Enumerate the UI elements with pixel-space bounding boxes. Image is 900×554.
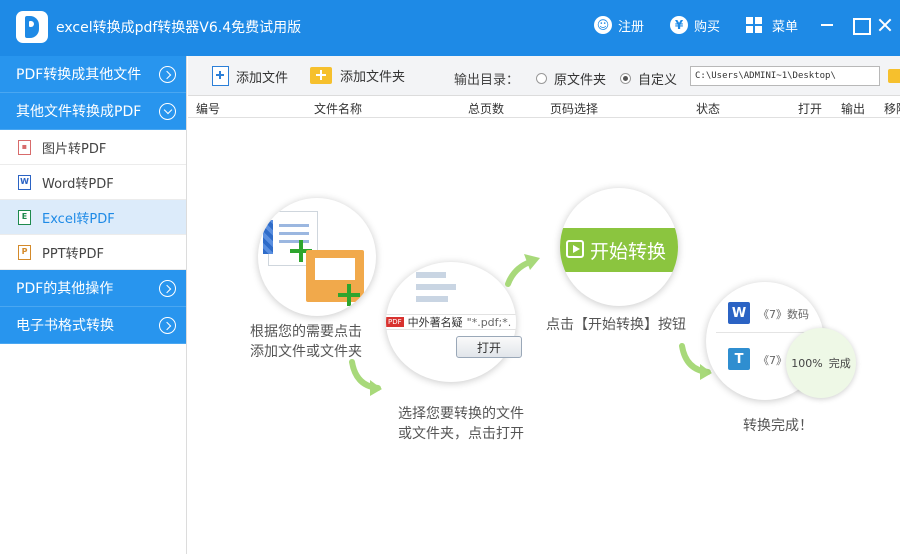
- column-header-number: 编号: [196, 102, 221, 116]
- play-icon: [566, 240, 584, 258]
- column-header-status: 状态: [696, 102, 721, 116]
- radio-label: 自定义: [638, 73, 678, 88]
- app-logo-icon: [16, 11, 48, 43]
- add-folder-icon: [310, 67, 332, 84]
- category-label: 电子书格式转换: [16, 318, 114, 334]
- app-title: excel转换成pdf转换器V6.4免费试用版: [56, 20, 302, 36]
- word-icon: W: [728, 302, 750, 324]
- sidebar-item-label: 图片转PDF: [42, 141, 107, 157]
- file-name-field: PDF 中外著名疑 "*.pdf;*.: [386, 314, 516, 330]
- column-header-page-range: 页码选择: [550, 102, 599, 116]
- progress-status: 完成: [828, 357, 851, 370]
- radio-original-folder[interactable]: 原文件夹: [536, 69, 606, 88]
- add-folder-button[interactable]: 添加文件夹: [310, 66, 405, 85]
- register-label: 注册: [618, 19, 645, 35]
- sidebar-category-ebook[interactable]: 电子书格式转换: [0, 307, 186, 344]
- conversion-progress: 100% 完成: [786, 328, 856, 398]
- step2-caption: 选择您要转换的文件 或文件夹，点击打开: [398, 406, 524, 442]
- sidebar: PDF转换成其他文件 其他文件转换成PDF ▪ 图片转PDF W Word转PD…: [0, 56, 187, 554]
- radio-off-icon: [536, 73, 547, 84]
- dialog-open-button: 打开: [456, 336, 522, 358]
- category-label: PDF的其他操作: [16, 281, 114, 297]
- buy-button[interactable]: ¥ 购买: [670, 13, 720, 37]
- maximize-button[interactable]: [847, 12, 873, 38]
- sidebar-item-ppt-to-pdf[interactable]: P PPT转PDF: [0, 235, 186, 270]
- sidebar-category-pdf-to-other[interactable]: PDF转换成其他文件: [0, 56, 186, 93]
- chevron-down-icon: [159, 103, 176, 120]
- step2-illustration: PDF 中外著名疑 "*.pdf;*.: [386, 262, 516, 382]
- sidebar-item-label: Word转PDF: [42, 176, 114, 192]
- yen-icon: ¥: [670, 16, 688, 34]
- add-file-button[interactable]: 添加文件: [212, 66, 288, 86]
- add-folder-label: 添加文件夹: [340, 70, 406, 85]
- start-convert-demo-button: 开始转换: [560, 228, 678, 272]
- browse-folder-icon[interactable]: [888, 69, 900, 83]
- radio-on-icon: [620, 73, 631, 84]
- step3-caption: 点击【开始转换】按钮: [546, 317, 686, 333]
- column-header-filename: 文件名称: [314, 102, 363, 116]
- step3-illustration: 开始转换: [560, 188, 678, 306]
- excel-file-icon: E: [18, 209, 31, 225]
- column-header-open: 打开: [798, 102, 823, 116]
- grid-menu-icon: [746, 17, 762, 33]
- close-button[interactable]: [872, 12, 898, 38]
- radio-label: 原文件夹: [554, 73, 607, 88]
- menu-button[interactable]: 菜单: [746, 13, 798, 37]
- add-file-icon: [212, 66, 229, 86]
- output-path-input[interactable]: C:\Users\ADMINI~1\Desktop\: [690, 66, 880, 86]
- sidebar-category-other-to-pdf[interactable]: 其他文件转换成PDF: [0, 93, 186, 130]
- chevron-right-icon: [159, 66, 176, 83]
- text-file-icon: T: [728, 348, 750, 370]
- progress-percent: 100%: [791, 356, 823, 370]
- word-file-icon: W: [18, 174, 31, 190]
- chevron-right-icon: [159, 280, 176, 297]
- minimize-button[interactable]: [814, 12, 840, 38]
- sidebar-item-excel-to-pdf[interactable]: E Excel转PDF: [0, 200, 186, 235]
- menu-label: 菜单: [772, 19, 799, 35]
- ppt-file-icon: P: [18, 244, 31, 260]
- chevron-right-icon: [159, 317, 176, 334]
- add-file-label: 添加文件: [236, 70, 289, 86]
- curved-arrow-icon: [349, 359, 382, 396]
- sidebar-item-label: PPT转PDF: [42, 246, 104, 262]
- file-table-header: 编号 文件名称 总页数 页码选择 状态 打开 输出 移除: [188, 96, 900, 118]
- column-header-remove: 移除: [884, 102, 900, 116]
- sidebar-item-image-to-pdf[interactable]: ▪ 图片转PDF: [0, 130, 186, 165]
- sidebar-category-pdf-other-ops[interactable]: PDF的其他操作: [0, 270, 186, 307]
- step4-caption: 转换完成！: [743, 418, 813, 434]
- usage-guide: 根据您的需要点击 添加文件或文件夹 PDF 中外著名疑 "*.pdf;*. 打开…: [188, 118, 900, 554]
- up-arrow-icon: [505, 254, 540, 287]
- category-label: 其他文件转换成PDF: [16, 104, 142, 120]
- radio-custom-folder[interactable]: 自定义: [620, 69, 677, 88]
- buy-label: 购买: [694, 19, 721, 35]
- toolbar: 添加文件 添加文件夹 输出目录： 原文件夹 自定义 C:\Users\ADMIN…: [188, 56, 900, 96]
- column-header-output: 输出: [841, 102, 866, 116]
- sidebar-item-label: Excel转PDF: [42, 211, 115, 227]
- plus-icon: [338, 284, 360, 306]
- image-file-icon: ▪: [18, 139, 31, 155]
- step1-illustration: [258, 198, 376, 316]
- register-button[interactable]: ☺ 注册: [594, 13, 644, 37]
- category-label: PDF转换成其他文件: [16, 67, 142, 83]
- column-header-pages: 总页数: [468, 102, 505, 116]
- sidebar-item-word-to-pdf[interactable]: W Word转PDF: [0, 165, 186, 200]
- pdf-file-icon: PDF: [386, 317, 404, 327]
- output-dir-label: 输出目录：: [454, 73, 520, 88]
- user-icon: ☺: [594, 16, 612, 34]
- title-bar: excel转换成pdf转换器V6.4免费试用版 ☺ 注册 ¥ 购买 菜单: [0, 0, 900, 56]
- step1-caption: 根据您的需要点击 添加文件或文件夹: [250, 324, 362, 360]
